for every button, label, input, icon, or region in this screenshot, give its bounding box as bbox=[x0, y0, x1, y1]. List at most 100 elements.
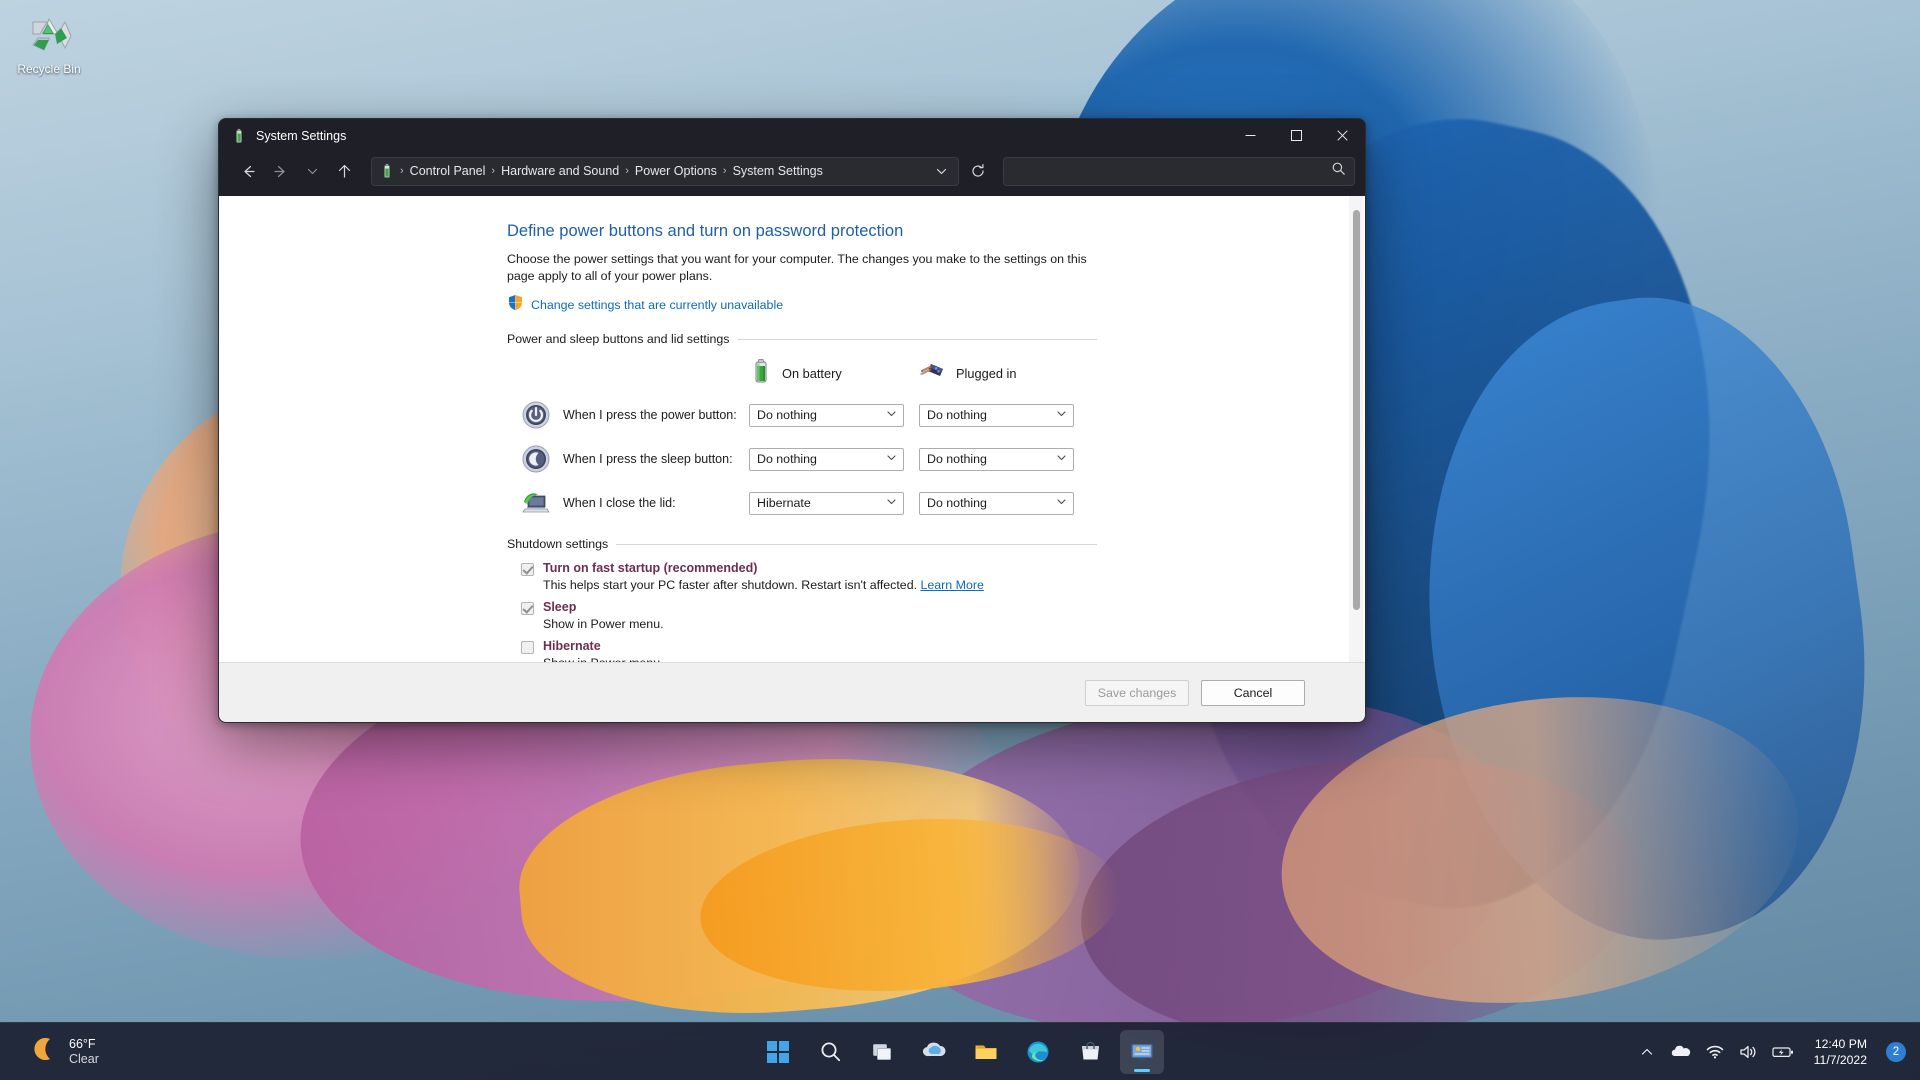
shield-icon bbox=[507, 294, 524, 316]
dropdown-close-lid-on-battery[interactable]: Hibernate bbox=[749, 491, 904, 515]
window-title: System Settings bbox=[256, 128, 347, 143]
chevron-down-icon bbox=[1056, 494, 1067, 512]
window-controls bbox=[1227, 119, 1365, 152]
chevron-down-icon bbox=[886, 406, 897, 424]
wifi-icon[interactable] bbox=[1700, 1034, 1730, 1070]
dropdown-sleep-button-plugged-in[interactable]: Do nothing bbox=[919, 447, 1074, 471]
microsoft-store-button[interactable] bbox=[1068, 1030, 1112, 1074]
shutdown-section-heading: Shutdown settings bbox=[507, 537, 1097, 551]
content-scrollbar[interactable] bbox=[1349, 196, 1363, 662]
breadcrumb-power-options[interactable]: Power Options bbox=[630, 162, 722, 180]
battery-icon bbox=[379, 163, 395, 179]
setting-label-power-button: When I press the power button: bbox=[563, 408, 737, 422]
notification-badge[interactable]: 2 bbox=[1886, 1041, 1906, 1062]
clock[interactable]: 12:40 PM 11/7/2022 bbox=[1806, 1034, 1875, 1070]
recycle-bin-icon[interactable]: Recycle Bin bbox=[6, 8, 92, 76]
navigation-bar: › Control Panel › Hardware and Sound › P… bbox=[219, 152, 1365, 196]
weather-temperature: 66°F bbox=[69, 1036, 96, 1051]
address-bar[interactable]: › Control Panel › Hardware and Sound › P… bbox=[371, 156, 959, 186]
chevron-up-icon[interactable] bbox=[1632, 1034, 1662, 1070]
dialog-footer: Save changes Cancel bbox=[219, 662, 1365, 722]
clock-date: 11/7/2022 bbox=[1813, 1052, 1867, 1067]
breadcrumb-control-panel[interactable]: Control Panel bbox=[405, 162, 491, 180]
search-box[interactable] bbox=[1003, 156, 1355, 186]
chevron-down-icon bbox=[1056, 450, 1067, 468]
control-panel-button[interactable] bbox=[1120, 1029, 1164, 1074]
battery-icon bbox=[749, 358, 773, 389]
recycle-bin-glyph bbox=[25, 12, 73, 60]
dropdown-value: Do nothing bbox=[927, 408, 987, 422]
weather-widget[interactable]: 66°F Clear bbox=[20, 1031, 109, 1072]
setting-label-close-lid: When I close the lid: bbox=[563, 496, 676, 510]
column-plugged-in: Plugged in bbox=[919, 358, 1089, 389]
learn-more-link[interactable]: Learn More bbox=[920, 578, 983, 592]
dropdown-value: Do nothing bbox=[757, 408, 817, 422]
checkbox-label-hibernate: Hibernate bbox=[543, 639, 601, 653]
minimize-button[interactable] bbox=[1227, 119, 1273, 152]
dropdown-power-button-on-battery[interactable]: Do nothing bbox=[749, 403, 904, 427]
crescent-moon-icon bbox=[30, 1035, 58, 1068]
dropdown-power-button-plugged-in[interactable]: Do nothing bbox=[919, 403, 1074, 427]
power-plug-icon bbox=[919, 358, 947, 389]
taskbar-apps bbox=[756, 1029, 1164, 1074]
description-fast-startup: This helps start your PC faster after sh… bbox=[543, 578, 1309, 592]
up-arrow-icon[interactable] bbox=[329, 156, 359, 186]
weather-text: 66°F Clear bbox=[69, 1037, 99, 1067]
checkbox-label-sleep: Sleep bbox=[543, 600, 577, 614]
checkbox-row-hibernate[interactable]: Hibernate bbox=[521, 639, 1309, 654]
window-titlebar[interactable]: System Settings bbox=[219, 119, 1365, 152]
search-button[interactable] bbox=[808, 1030, 852, 1074]
back-arrow-icon[interactable] bbox=[233, 156, 263, 186]
section-divider bbox=[737, 338, 1097, 340]
battery-icon[interactable] bbox=[1768, 1034, 1798, 1070]
cloud-icon[interactable] bbox=[1666, 1034, 1696, 1070]
scrollbar-thumb[interactable] bbox=[1353, 210, 1360, 610]
search-icon[interactable] bbox=[1331, 161, 1346, 181]
refresh-icon[interactable] bbox=[963, 157, 993, 186]
description-hibernate: Show in Power menu. bbox=[543, 656, 1309, 662]
cancel-button[interactable]: Cancel bbox=[1201, 680, 1305, 706]
dropdown-value: Do nothing bbox=[757, 452, 817, 466]
dropdown-value: Hibernate bbox=[757, 496, 811, 510]
column-headers: On battery Plugged in bbox=[259, 358, 1309, 389]
change-settings-link[interactable]: Change settings that are currently unava… bbox=[531, 298, 783, 312]
section-divider bbox=[616, 543, 1097, 545]
column-on-battery-label: On battery bbox=[782, 366, 842, 381]
speaker-icon[interactable] bbox=[1734, 1034, 1764, 1070]
close-button[interactable] bbox=[1319, 119, 1365, 152]
start-button[interactable] bbox=[756, 1030, 800, 1074]
chevron-down-icon bbox=[886, 450, 897, 468]
page-title: Define power buttons and turn on passwor… bbox=[507, 222, 904, 240]
task-view-button[interactable] bbox=[860, 1030, 904, 1074]
content-area: Define power buttons and turn on passwor… bbox=[219, 196, 1365, 662]
file-explorer-button[interactable] bbox=[964, 1030, 1008, 1074]
power-section-heading: Power and sleep buttons and lid settings bbox=[507, 332, 1097, 346]
search-input[interactable] bbox=[1012, 164, 1325, 178]
checkbox-row-fast-startup[interactable]: Turn on fast startup (recommended) bbox=[521, 561, 1309, 576]
checkbox-fast-startup[interactable] bbox=[521, 563, 534, 576]
clock-time: 12:40 PM bbox=[1814, 1036, 1867, 1051]
wallpaper-shape bbox=[510, 736, 1090, 1034]
edge-button[interactable] bbox=[1016, 1030, 1060, 1074]
recent-locations-chevron-down-icon[interactable] bbox=[297, 156, 327, 186]
checkbox-hibernate[interactable] bbox=[521, 641, 534, 654]
setting-row-sleep-button: When I press the sleep button: Do nothin… bbox=[259, 437, 1309, 481]
power-button-icon bbox=[521, 400, 551, 430]
maximize-button[interactable] bbox=[1273, 119, 1319, 152]
forward-arrow-icon[interactable] bbox=[265, 156, 295, 186]
breadcrumb-system-settings[interactable]: System Settings bbox=[728, 162, 828, 180]
save-changes-button[interactable]: Save changes bbox=[1085, 680, 1189, 706]
shutdown-section-heading-text: Shutdown settings bbox=[507, 537, 609, 551]
breadcrumb-hardware-and-sound[interactable]: Hardware and Sound bbox=[496, 162, 624, 180]
checkbox-row-sleep[interactable]: Sleep bbox=[521, 600, 1309, 615]
description-sleep: Show in Power menu. bbox=[543, 617, 664, 631]
widgets-button[interactable] bbox=[912, 1030, 956, 1074]
sleep-button-icon bbox=[521, 444, 551, 474]
checkbox-sleep[interactable] bbox=[521, 602, 534, 615]
uac-link-row[interactable]: Change settings that are currently unava… bbox=[507, 294, 1309, 316]
dropdown-value: Do nothing bbox=[927, 496, 987, 510]
dropdown-close-lid-plugged-in[interactable]: Do nothing bbox=[919, 491, 1074, 515]
address-history-chevron-down-icon[interactable] bbox=[928, 159, 954, 183]
wallpaper-shape bbox=[1387, 273, 1903, 967]
dropdown-sleep-button-on-battery[interactable]: Do nothing bbox=[749, 447, 904, 471]
